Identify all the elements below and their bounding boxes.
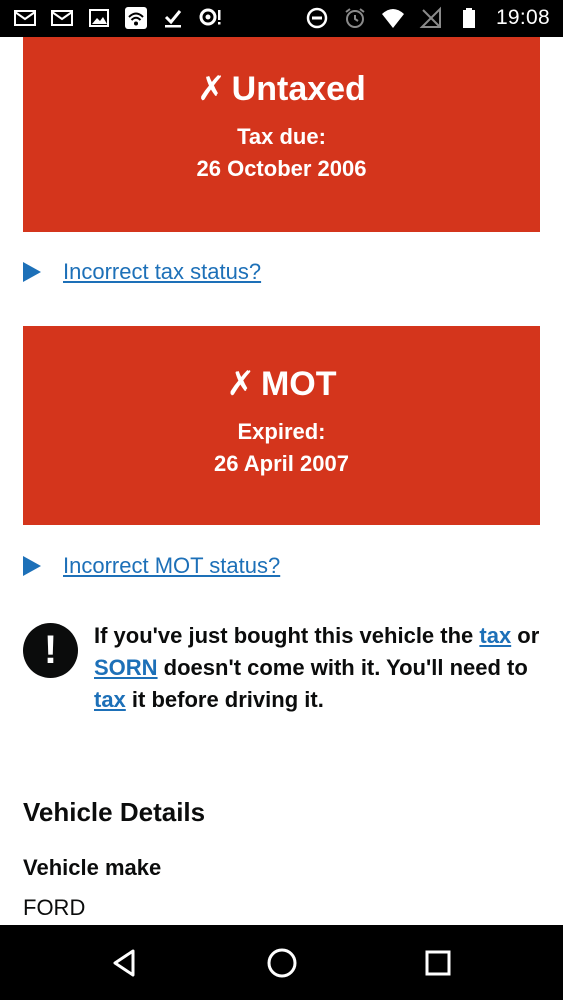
tax-link[interactable]: tax: [94, 687, 126, 712]
back-triangle-icon: [113, 949, 135, 977]
image-icon: [86, 6, 112, 30]
do-not-disturb-icon: [304, 6, 330, 30]
incorrect-tax-status-toggle[interactable]: Incorrect tax status?: [23, 259, 261, 285]
wifi-notification-icon: [123, 6, 149, 30]
status-bar: 19:08: [0, 0, 563, 37]
incorrect-mot-status-toggle[interactable]: Incorrect MOT status?: [23, 553, 280, 579]
tax-status-panel: ✗ Untaxed Tax due: 26 October 2006: [23, 37, 540, 232]
clock: 19:08: [495, 6, 550, 29]
tax-link[interactable]: tax: [479, 623, 511, 648]
home-button[interactable]: [262, 943, 302, 983]
vehicle-make-label: Vehicle make: [23, 855, 162, 880]
recents-button[interactable]: [418, 943, 458, 983]
home-circle-icon: [267, 948, 297, 978]
mot-expired-label: Expired:: [237, 419, 326, 444]
mot-status-heading: ✗ MOT: [226, 365, 337, 403]
incorrect-mot-status-link[interactable]: Incorrect MOT status?: [63, 553, 280, 579]
cross-icon: ✗: [226, 365, 255, 403]
sorn-link[interactable]: SORN: [94, 655, 158, 680]
back-button[interactable]: [105, 943, 145, 983]
vehicle-make-value: FORD: [23, 895, 86, 920]
expand-triangle-icon: [23, 556, 41, 576]
warning-callout: ! If you've just bought this vehicle the…: [23, 623, 543, 716]
alarm-icon: [342, 6, 368, 30]
cross-icon: ✗: [197, 70, 226, 108]
location-alert-icon: [197, 6, 223, 30]
mail-icon: [49, 6, 75, 30]
download-done-icon: [160, 6, 186, 30]
mot-expiry-date: 26 April 2007: [214, 451, 349, 476]
mail-icon: [12, 6, 38, 30]
battery-icon: [456, 6, 482, 30]
incorrect-tax-status-link[interactable]: Incorrect tax status?: [63, 259, 261, 285]
wifi-icon: [380, 6, 406, 30]
vehicle-details-heading: Vehicle Details: [23, 797, 206, 827]
system-icons: 19:08: [304, 6, 550, 30]
expand-triangle-icon: [23, 262, 41, 282]
page-content: ✗ Untaxed Tax due: 26 October 2006 Incorr…: [0, 37, 563, 925]
tax-status-heading: ✗ Untaxed: [197, 70, 366, 108]
navigation-bar: [0, 925, 563, 1000]
mot-status-panel: ✗ MOT Expired: 26 April 2007: [23, 326, 540, 525]
tax-due-date: 26 October 2006: [196, 156, 367, 181]
no-signal-icon: [418, 6, 444, 30]
exclamation-icon: !: [23, 623, 78, 678]
tax-due-label: Tax due:: [237, 124, 326, 149]
recents-square-icon: [425, 950, 451, 976]
notification-icons: [12, 6, 223, 30]
warning-text: If you've just bought this vehicle the t…: [94, 623, 540, 712]
